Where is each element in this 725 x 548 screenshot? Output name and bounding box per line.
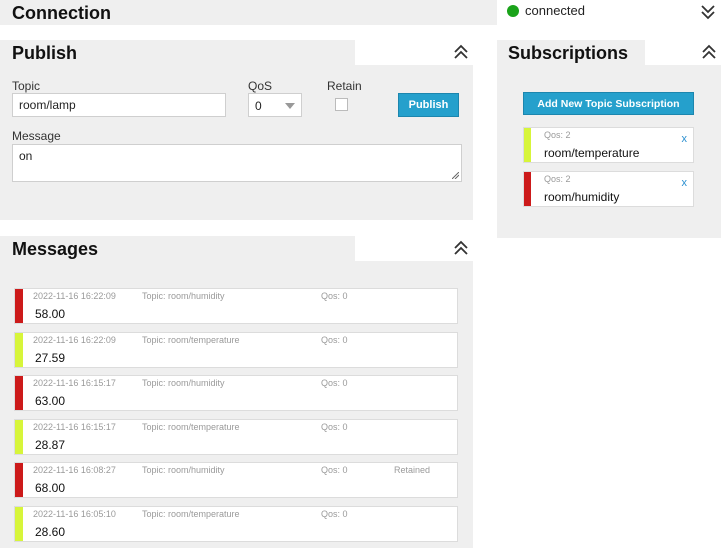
message-topic: Topic: room/temperature [142,509,240,519]
message-payload: 28.60 [35,525,66,539]
message-color-bar [15,376,23,410]
message-item[interactable]: 2022-11-16 16:22:09 Topic: room/temperat… [14,332,458,368]
add-subscription-button[interactable]: Add New Topic Subscription [523,92,694,115]
message-color-bar [15,463,23,497]
message-item[interactable]: 2022-11-16 16:08:27 Topic: room/humidity… [14,462,458,498]
publish-button[interactable]: Publish [398,93,459,117]
message-payload: 27.59 [35,351,66,365]
connected-status-icon [507,5,519,17]
retain-checkbox[interactable] [335,98,348,111]
message-color-bar [15,289,23,323]
message-payload: 28.87 [35,438,66,452]
connection-header[interactable]: Connection [0,0,497,25]
subscription-qos: Qos: 2 [544,130,571,140]
publish-panel [0,40,473,220]
message-item[interactable]: 2022-11-16 16:22:09 Topic: room/humidity… [14,288,458,324]
message-payload: 63.00 [35,394,66,408]
remove-subscription-button[interactable]: x [682,133,688,145]
connection-title: Connection [12,3,111,23]
expand-double-chevron-icon[interactable] [699,3,717,21]
subscriptions-title: Subscriptions [508,43,629,63]
subscription-item[interactable]: Qos: 2 room/humidity x [523,171,694,207]
message-color-bar [15,507,23,541]
subscription-item[interactable]: Qos: 2 room/temperature x [523,127,694,163]
subscription-topic: room/humidity [544,190,620,204]
topic-label: Topic [12,79,41,93]
message-qos: Qos: 0 [321,378,348,388]
message-qos: Qos: 0 [321,335,348,345]
message-textarea-value: on [19,149,33,163]
message-qos: Qos: 0 [321,465,348,475]
message-qos: Qos: 0 [321,291,348,301]
qos-label: QoS [248,79,273,93]
message-timestamp: 2022-11-16 16:05:10 [33,509,116,519]
message-payload: 68.00 [35,481,66,495]
connection-status-text: connected [525,3,585,18]
message-color-bar [15,420,23,454]
remove-subscription-button[interactable]: x [682,177,688,189]
message-item[interactable]: 2022-11-16 16:05:10 Topic: room/temperat… [14,506,458,542]
subscription-color-bar [524,172,531,206]
collapse-double-chevron-icon[interactable] [452,43,470,61]
message-item[interactable]: 2022-11-16 16:15:17 Topic: room/temperat… [14,419,458,455]
message-topic: Topic: room/temperature [142,335,240,345]
subscription-color-bar [524,128,531,162]
message-color-bar [15,333,23,367]
subscription-topic: room/temperature [544,146,640,160]
message-timestamp: 2022-11-16 16:15:17 [33,422,116,432]
message-payload: 58.00 [35,307,66,321]
message-qos: Qos: 0 [321,509,348,519]
retain-label: Retain [327,79,362,93]
subscription-qos: Qos: 2 [544,174,571,184]
resize-handle-icon[interactable] [452,172,459,179]
collapse-double-chevron-icon[interactable] [452,239,470,257]
connection-status: connected [498,0,725,25]
message-timestamp: 2022-11-16 16:08:27 [33,465,116,475]
message-label: Message [12,129,61,143]
message-topic: Topic: room/temperature [142,422,240,432]
messages-title: Messages [12,239,99,259]
publish-title: Publish [12,43,78,63]
message-textarea[interactable]: on [12,144,462,182]
qos-select-value: 0 [255,99,262,113]
message-timestamp: 2022-11-16 16:15:17 [33,378,116,388]
message-timestamp: 2022-11-16 16:22:09 [33,335,116,345]
collapse-double-chevron-icon[interactable] [700,43,718,61]
topic-input-value: room/lamp [19,98,76,112]
topic-input[interactable]: room/lamp [12,93,226,117]
message-retained: Retained [394,465,431,475]
dropdown-arrow-icon [285,103,295,109]
qos-select[interactable]: 0 [248,93,302,117]
message-topic: Topic: room/humidity [142,291,225,301]
message-topic: Topic: room/humidity [142,378,225,388]
message-item[interactable]: 2022-11-16 16:15:17 Topic: room/humidity… [14,375,458,411]
message-timestamp: 2022-11-16 16:22:09 [33,291,116,301]
message-qos: Qos: 0 [321,422,348,432]
message-topic: Topic: room/humidity [142,465,225,475]
